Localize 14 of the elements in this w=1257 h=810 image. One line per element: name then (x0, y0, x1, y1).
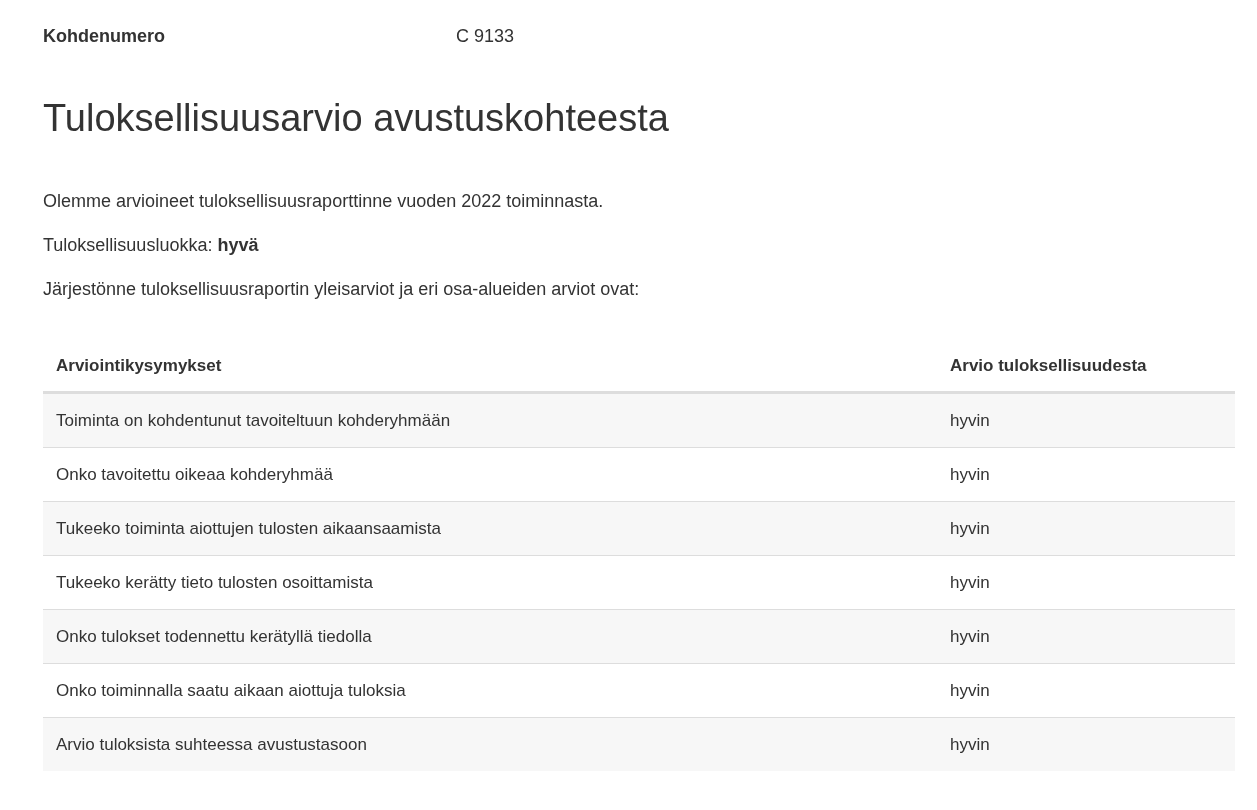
table-cell: Toiminta on kohdentunut tavoiteltuun kohderyhmään (43, 392, 937, 448)
table-cell: Onko tulokset todennettu kerätyllä tiedolla (43, 609, 937, 664)
table-cell: hyvin (937, 609, 1235, 664)
table-cell: Tukeeko toiminta aiottujen tulosten aikaansaamista (43, 501, 937, 556)
table-cell: hyvin (937, 392, 1235, 448)
table-cell: Arvio tuloksista suhteessa avustustasoon (43, 717, 937, 771)
paragraph: Tuloksellisuusluokka: hyvä (43, 234, 260, 257)
paragraph: Olemme arvioineet tuloksellisuusraporttinne vuoden 2022 toiminnasta. (43, 190, 605, 213)
field-value: C 9133 (456, 25, 515, 48)
page-heading: Tuloksellisuusarvio avustuskohteesta (43, 96, 670, 140)
paragraph: Järjestönne tuloksellisuusraportin yleisarviot ja eri osa-alueiden arviot ovat: (43, 278, 641, 301)
field-label: Kohdenumero (43, 25, 166, 48)
table-cell: hyvin (937, 717, 1235, 771)
table-cell: hyvin (937, 501, 1235, 556)
